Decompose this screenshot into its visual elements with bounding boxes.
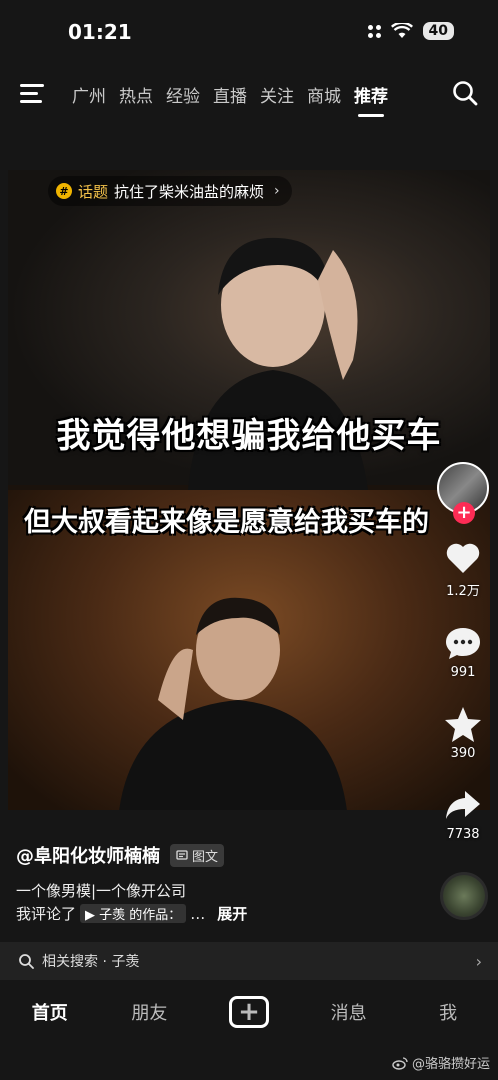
hashtag-label: 话题	[78, 182, 109, 201]
related-search-label: 相关搜索 · 子羡	[42, 954, 140, 970]
top-nav: 广州 热点 经验 直播 关注 商城 推荐	[0, 64, 498, 124]
comment-prefix: 我评论了	[16, 905, 77, 923]
mention-chip[interactable]: ▶ 子羡 的作品：	[80, 904, 187, 923]
like-action[interactable]: 1.2万	[443, 538, 483, 599]
wifi-icon	[390, 23, 413, 38]
tab-guangzhou[interactable]: 广州	[72, 82, 106, 107]
battery-indicator: 40	[422, 22, 454, 40]
comment-line: 我评论了 ▶ 子羡 的作品： … 展开	[16, 903, 247, 924]
comment-count: 991	[450, 665, 476, 680]
hashtag-icon: #	[56, 183, 72, 199]
status-icons: 40	[367, 22, 454, 40]
chevron-right-icon: ›	[475, 951, 482, 971]
action-column: + 1.2万 991 390 7738	[434, 462, 492, 842]
tab-friends[interactable]: 朋友	[100, 999, 200, 1025]
tab-live[interactable]: 直播	[213, 82, 247, 107]
heart-icon[interactable]	[443, 538, 483, 578]
caption-bottom: 但大叔看起来像是愿意给我买车的	[24, 507, 429, 538]
post-description: 一个像男模|一个像开公司	[16, 882, 187, 900]
search-icon	[19, 954, 34, 969]
tab-me[interactable]: 我	[398, 999, 498, 1025]
follow-plus-icon[interactable]: +	[453, 502, 475, 524]
menu-icon[interactable]	[20, 84, 44, 104]
status-time: 01:21	[68, 20, 132, 44]
plus-icon[interactable]: +	[228, 996, 269, 1028]
comment-ellipsis: …	[190, 904, 206, 923]
hashtag-chip[interactable]: # 话题 抗住了柴米油盐的麻烦 ›	[48, 176, 292, 206]
tab-home[interactable]: 首页	[0, 999, 100, 1025]
share-count: 7738	[446, 827, 480, 842]
comment-action[interactable]: 991	[443, 623, 483, 680]
type-badge-label: 图文	[192, 849, 219, 865]
tab-mall[interactable]: 商城	[307, 82, 341, 107]
person-image-bottom	[119, 597, 347, 810]
share-action[interactable]: 7738	[443, 785, 483, 842]
related-search-bar[interactable]: 相关搜索 · 子羡 ›	[0, 942, 498, 980]
create-tab[interactable]: +	[199, 996, 299, 1028]
tab-following[interactable]: 关注	[260, 82, 294, 107]
watermark: @骆骆攒好运	[392, 1053, 490, 1072]
tab-messages[interactable]: 消息	[299, 999, 399, 1025]
search-icon[interactable]	[452, 80, 478, 106]
nav-tabs: 广州 热点 经验 直播 关注 商城 推荐	[72, 82, 388, 117]
share-icon[interactable]	[443, 785, 483, 825]
like-count: 1.2万	[446, 584, 480, 599]
caption-top: 我觉得他想骗我给他买车	[56, 416, 442, 456]
favorite-count: 390	[450, 746, 476, 761]
author-name[interactable]: @阜阳化妆师楠楠	[16, 842, 160, 868]
chevron-right-icon: ›	[274, 183, 280, 199]
video-frame-top: # 话题 抗住了柴米油盐的麻烦 › 我觉得他想骗我给他买车	[8, 170, 490, 490]
tab-recommend[interactable]: 推荐	[354, 82, 388, 117]
type-badge: 图文	[170, 843, 225, 867]
image-text-icon	[176, 850, 188, 860]
tab-hot[interactable]: 热点	[119, 82, 153, 107]
expand-button[interactable]: 展开	[217, 903, 247, 924]
hashtag-topic: 抗住了柴米油盐的麻烦	[114, 182, 265, 201]
cellular-signal-icon	[367, 24, 381, 38]
star-icon[interactable]	[443, 704, 483, 744]
author-row: @阜阳化妆师楠楠 图文	[16, 842, 225, 868]
comment-icon[interactable]	[443, 623, 483, 663]
status-bar: 01:21 40	[0, 0, 498, 64]
tab-experience[interactable]: 经验	[166, 82, 200, 107]
favorite-action[interactable]: 390	[443, 704, 483, 761]
bottom-tabbar: 首页 朋友 + 消息 我	[0, 984, 498, 1040]
video-player[interactable]: # 话题 抗住了柴米油盐的麻烦 › 我觉得他想骗我给他买车 但大叔看起来像是愿意…	[8, 170, 490, 810]
music-disc-icon[interactable]	[440, 872, 488, 920]
watermark-text: @骆骆攒好运	[411, 1057, 490, 1072]
creator-avatar[interactable]: +	[437, 462, 489, 524]
weibo-logo-icon	[392, 1056, 408, 1070]
